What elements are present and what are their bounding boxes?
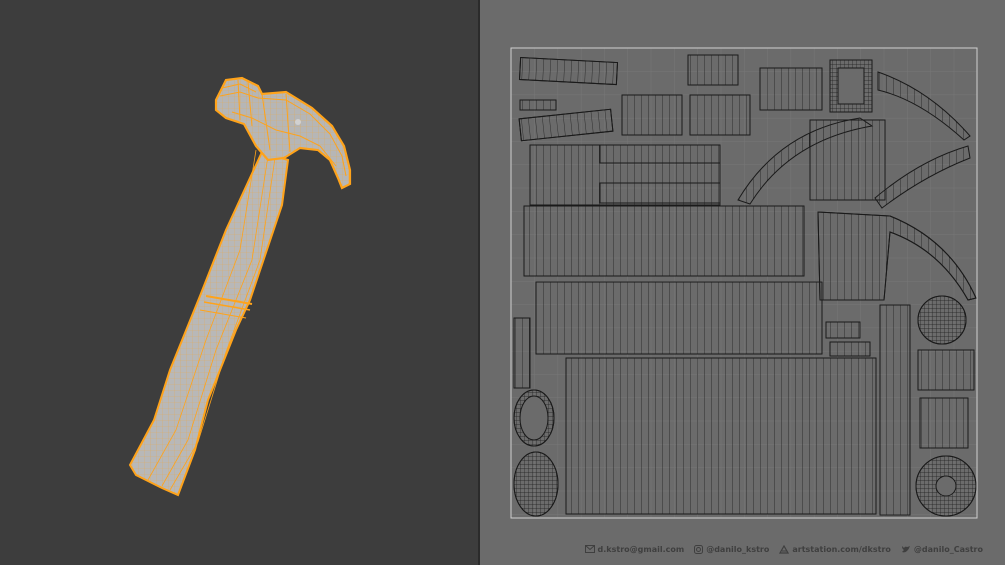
uv-editor[interactable]: d.kstro@gmail.com @danilo_kstro artstati… bbox=[480, 0, 1005, 565]
contact-twitter[interactable]: @danilo_Castro bbox=[901, 545, 983, 554]
instagram-text: @danilo_kstro bbox=[706, 544, 770, 554]
artstation-icon bbox=[779, 544, 790, 554]
footer-credits: d.kstro@gmail.com @danilo_kstro artstati… bbox=[584, 542, 983, 556]
instagram-icon bbox=[694, 544, 704, 554]
twitter-text: @danilo_Castro bbox=[913, 544, 983, 554]
email-text: d.kstro@gmail.com bbox=[597, 544, 685, 554]
contact-email[interactable]: d.kstro@gmail.com bbox=[584, 544, 685, 554]
mail-icon bbox=[584, 545, 595, 553]
hammer-mesh bbox=[128, 76, 352, 497]
twitter-icon bbox=[901, 545, 910, 552]
contact-artstation[interactable]: artstation.com/dkstro bbox=[779, 544, 891, 554]
3d-viewport[interactable] bbox=[0, 0, 478, 565]
hammer-handle[interactable] bbox=[128, 149, 290, 497]
uv-layout bbox=[510, 47, 978, 519]
artstation-text: artstation.com/dkstro bbox=[792, 544, 891, 554]
contact-instagram[interactable]: @danilo_kstro bbox=[694, 544, 770, 554]
